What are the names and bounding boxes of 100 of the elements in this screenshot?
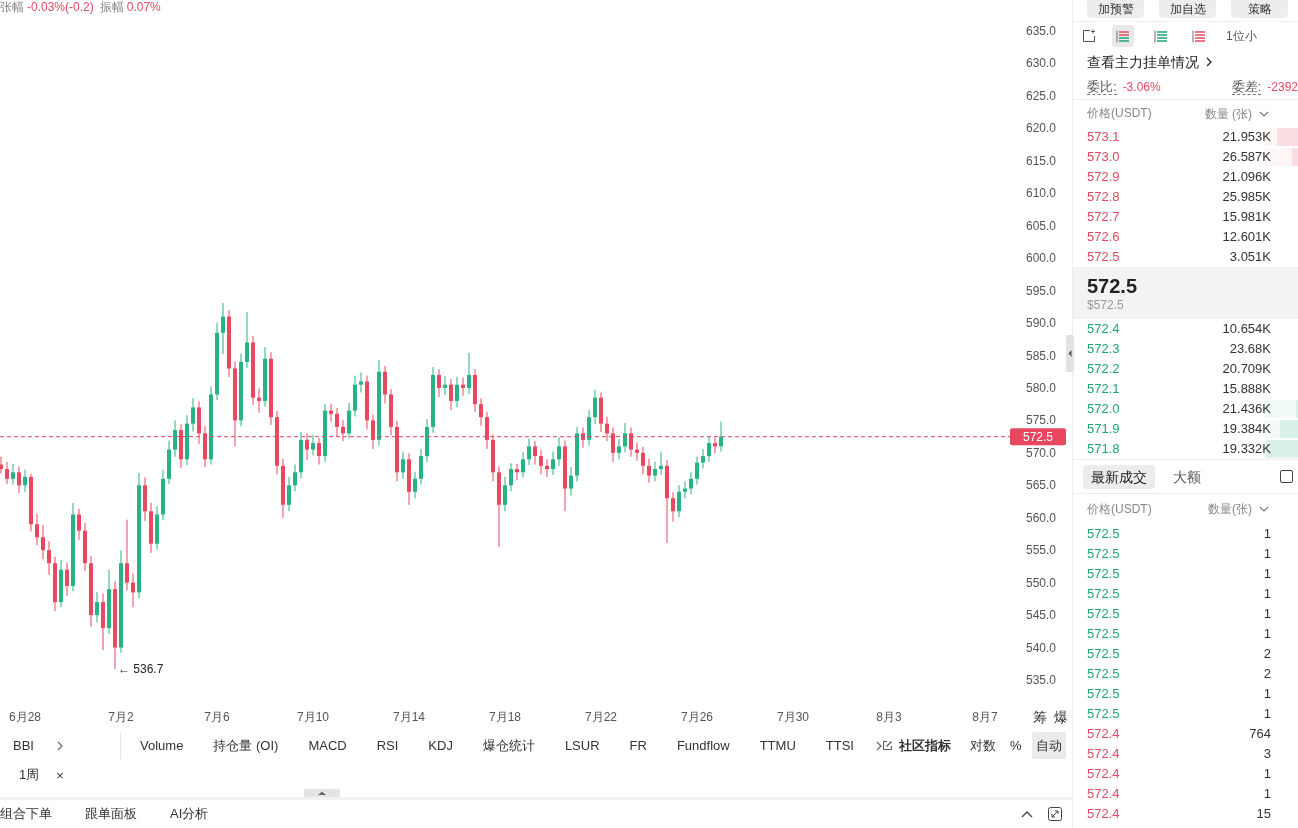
candle [101, 593, 105, 651]
indicator-tab[interactable]: 爆仓统计 [482, 736, 535, 755]
candle [467, 352, 471, 395]
amount-unit-dropdown[interactable]: 数量(张) [1208, 501, 1269, 517]
precision-dropdown[interactable]: 1位小 [1226, 27, 1257, 45]
candle [719, 421, 723, 453]
drag-handle-icon[interactable] [304, 789, 340, 797]
bottom-tab[interactable]: 组合下单 [0, 805, 52, 823]
bid-price: 572.0 [1087, 401, 1120, 417]
indicator-tab[interactable]: BBI [13, 736, 34, 755]
trade-price: 572.5 [1087, 566, 1120, 582]
amount-unit-dropdown[interactable]: 数量 (张) [1204, 105, 1269, 122]
candle [149, 502, 153, 554]
action-button[interactable]: 加自选 [1159, 0, 1216, 18]
candle [557, 436, 561, 467]
x-axis-label: 7月14 [393, 710, 425, 724]
candle [245, 311, 249, 369]
book-view-toggle[interactable] [1112, 25, 1134, 47]
indicator-tab[interactable]: KDJ [428, 736, 453, 755]
community-indicators-button[interactable]: 社区指标 [881, 736, 951, 755]
ask-amount: 26.587K [1222, 149, 1271, 165]
indicator-tab[interactable]: RSI [376, 736, 399, 755]
last-price: 572.5 [1087, 274, 1138, 298]
y-axis-label: 545.0 [1025, 608, 1056, 623]
trades-tab[interactable]: 大额 [1165, 464, 1209, 489]
panel-toggle-icon[interactable] [1066, 335, 1074, 372]
candle [437, 368, 441, 398]
ref-line-label: 572.5 [1022, 429, 1054, 444]
candle [155, 505, 159, 551]
scale-mode-button[interactable]: 对数 [965, 732, 1000, 759]
chevron-up-icon[interactable] [1021, 810, 1033, 818]
action-button[interactable]: 加预警 [1087, 0, 1144, 18]
candle [23, 469, 27, 493]
indicator-tab[interactable]: Volume [140, 736, 184, 755]
candle [671, 491, 675, 523]
candle [425, 418, 429, 463]
bottom-tab[interactable]: 跟单面板 [85, 805, 137, 823]
action-button[interactable]: 策略 [1231, 0, 1288, 18]
chevron-down-icon [1259, 506, 1269, 512]
scale-mode-button[interactable]: % [1005, 732, 1026, 759]
candle [317, 437, 321, 466]
candle [341, 419, 345, 442]
trade-price: 572.5 [1087, 586, 1120, 602]
expand-icon[interactable] [1048, 807, 1062, 821]
x-axis-label: 8月3 [876, 710, 902, 724]
x-axis-label: 7月22 [585, 710, 617, 724]
trade-price: 572.5 [1087, 606, 1120, 622]
trades-tab[interactable]: 最新成交 [1083, 464, 1155, 489]
candle [41, 524, 45, 560]
indicator-tab[interactable]: Fundflow [676, 736, 730, 755]
candle [551, 451, 555, 476]
indicator-tab[interactable]: FR [629, 736, 647, 755]
bid-amount: 23.68K [1229, 341, 1271, 357]
candle [563, 440, 567, 512]
checkbox[interactable] [1280, 470, 1293, 483]
candle [659, 451, 663, 476]
remove-tag-button[interactable]: × [56, 767, 64, 783]
candle [647, 458, 651, 484]
trade-price: 572.5 [1087, 526, 1120, 542]
main-orders-link[interactable]: 查看主力挂单情况 [1087, 53, 1212, 71]
trade-price: 572.4 [1087, 726, 1120, 742]
ask-price: 572.7 [1087, 209, 1120, 225]
scale-mode-button[interactable]: 自动 [1031, 732, 1066, 759]
indicator-tab[interactable]: TTMU [759, 736, 796, 755]
edit-icon [881, 740, 893, 751]
stat-value: -2392 [1267, 79, 1298, 94]
axis-tool-button[interactable]: 爆 [1054, 708, 1068, 726]
candle [17, 466, 21, 494]
indicator-tab[interactable]: TTSI [825, 736, 854, 755]
stat-label: 委差: [1231, 78, 1262, 95]
indicator-tab[interactable]: 持仓量 (OI) [213, 736, 279, 755]
y-axis-label: 560.0 [1025, 510, 1056, 525]
axis-tool-button[interactable]: 筹 [1033, 708, 1047, 726]
candle [11, 463, 15, 486]
candle [605, 416, 609, 442]
trade-amount: 1 [1263, 606, 1271, 622]
candle [527, 438, 531, 466]
square-plus-icon[interactable] [1082, 29, 1096, 43]
trade-price: 572.5 [1087, 546, 1120, 562]
candle [431, 366, 435, 434]
x-axis-label: 7月26 [681, 710, 713, 724]
candle [629, 427, 633, 458]
trade-amount: 1 [1263, 706, 1271, 722]
candle [5, 461, 9, 485]
candle [167, 440, 171, 485]
ask-amount: 25.985K [1222, 189, 1271, 205]
book-asks-icon [1192, 29, 1206, 43]
indicator-tab[interactable]: MACD [308, 736, 347, 755]
trade-price: 572.5 [1087, 686, 1120, 702]
bottom-tab[interactable]: AI分析 [170, 805, 209, 823]
candle [533, 440, 537, 466]
chevron-right-icon[interactable] [875, 740, 882, 751]
candle [413, 471, 417, 499]
y-axis-label: 620.0 [1025, 121, 1056, 136]
trade-amount: 764 [1249, 726, 1271, 742]
indicator-tab[interactable]: LSUR [564, 736, 600, 755]
candle [599, 392, 603, 433]
y-axis-label: 570.0 [1025, 445, 1056, 460]
candle [713, 436, 717, 454]
chevron-right-icon[interactable] [56, 740, 63, 751]
